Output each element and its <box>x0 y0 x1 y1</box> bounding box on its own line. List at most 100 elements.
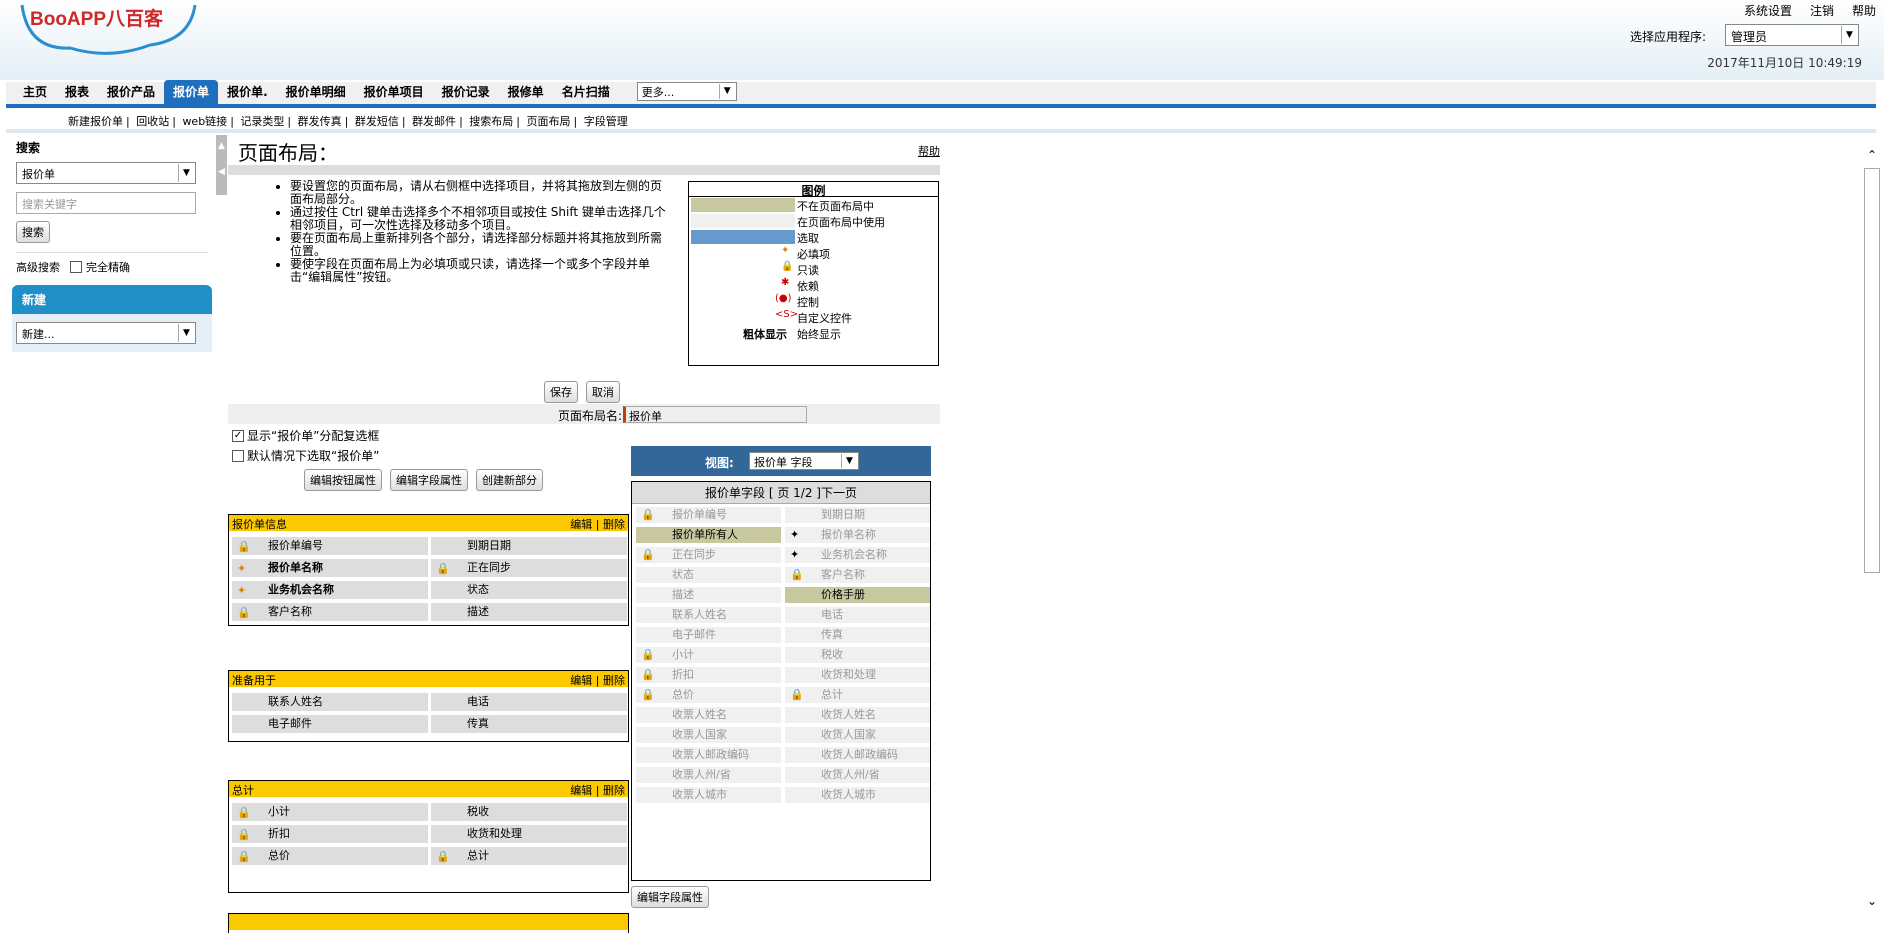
app-select[interactable]: 管理员 ▼ <box>1725 24 1859 46</box>
help-link[interactable]: 帮助 <box>918 143 940 159</box>
scrollbar[interactable]: ⌃ ⌄ <box>1864 148 1880 908</box>
tab-reports[interactable]: 报表 <box>56 80 98 104</box>
palette-edit-field-button[interactable]: 编辑字段属性 <box>631 886 709 908</box>
default-select-checkbox[interactable] <box>232 449 244 462</box>
section-header[interactable] <box>229 914 628 930</box>
palette-field[interactable]: 🔒 报价单编号 <box>636 507 781 523</box>
layout-field[interactable]: 传真 <box>431 715 627 733</box>
tab-quote-products[interactable]: 报价产品 <box>98 80 164 104</box>
section-actions[interactable]: 编辑 | 删除 <box>570 516 625 532</box>
palette-field[interactable]: 税收 <box>785 647 930 663</box>
section-actions[interactable]: 编辑 | 删除 <box>570 782 625 798</box>
palette-field[interactable]: 🔒 总计 <box>785 687 930 703</box>
subnav-web-link[interactable]: web链接 <box>182 115 227 128</box>
palette-field[interactable]: 到期日期 <box>785 507 930 523</box>
palette-field[interactable]: 收货人城市 <box>785 787 930 803</box>
layout-field[interactable]: 🔒 小计 <box>232 803 428 821</box>
sidebar-collapse-handle[interactable]: ▲ ◀ <box>216 135 227 195</box>
subnav-mass-email[interactable]: 群发邮件 <box>412 115 456 128</box>
subnav-new-quote[interactable]: 新建报价单 <box>68 115 123 128</box>
layout-field[interactable]: ✦ 报价单名称 <box>232 559 428 577</box>
tab-quotes[interactable]: 报价单 <box>164 80 219 104</box>
chevron-up-icon[interactable]: ⌃ <box>1864 148 1880 162</box>
palette-field[interactable]: 收票人州/省 <box>636 767 781 783</box>
save-button[interactable]: 保存 <box>544 381 578 403</box>
more-tabs-select[interactable]: 更多... ▼ <box>636 82 737 101</box>
tab-quote-details[interactable]: 报价单明细 <box>277 80 355 104</box>
layout-field[interactable]: 🔒 正在同步 <box>431 559 627 577</box>
help-link[interactable]: 帮助 <box>1852 2 1876 19</box>
palette-field[interactable]: 🔒 小计 <box>636 647 781 663</box>
layout-field[interactable]: 税收 <box>431 803 627 821</box>
logout-link[interactable]: 注销 <box>1810 2 1834 19</box>
layout-field[interactable]: 联系人姓名 <box>232 693 428 711</box>
palette-field[interactable]: 🔒 正在同步 <box>636 547 781 563</box>
tab-quote-records[interactable]: 报价记录 <box>433 80 499 104</box>
layout-field[interactable]: 🔒 客户名称 <box>232 603 428 621</box>
palette-field[interactable]: 收货和处理 <box>785 667 930 683</box>
search-object-select[interactable]: 报价单 ▼ <box>16 162 196 184</box>
layout-field[interactable]: 电话 <box>431 693 627 711</box>
tab-card-scan[interactable]: 名片扫描 <box>553 80 619 104</box>
palette-field[interactable]: 收票人姓名 <box>636 707 781 723</box>
layout-section[interactable]: 报价单信息 编辑 | 删除 🔒 报价单编号 到期日期 ✦ 报价单名称 🔒 正在同步 ✦ 业务机会… <box>228 514 629 626</box>
subnav-recycle[interactable]: 回收站 <box>136 115 169 128</box>
new-record-select[interactable]: 新建... ▼ <box>16 322 196 344</box>
layout-name-input[interactable]: 报价单 <box>623 406 807 423</box>
section-header[interactable]: 准备用于 编辑 | 删除 <box>229 671 628 687</box>
layout-field[interactable]: 电子邮件 <box>232 715 428 733</box>
section-header[interactable]: 总计 编辑 | 删除 <box>229 781 628 797</box>
palette-field[interactable]: 🔒 折扣 <box>636 667 781 683</box>
palette-field[interactable]: 收货人邮政编码 <box>785 747 930 763</box>
layout-field[interactable]: 🔒 折扣 <box>232 825 428 843</box>
palette-field[interactable]: ✦ 报价单名称 <box>785 527 930 543</box>
exact-match-checkbox[interactable] <box>70 261 82 273</box>
edit-button-props-button[interactable]: 编辑按钮属性 <box>304 469 382 491</box>
cancel-button[interactable]: 取消 <box>585 381 620 403</box>
layout-section[interactable]: 准备用于 编辑 | 删除 联系人姓名 电话 电子邮件 传真 <box>228 670 629 742</box>
palette-field[interactable]: 🔒 总价 <box>636 687 781 703</box>
layout-field[interactable]: 🔒 总计 <box>431 847 627 865</box>
search-input[interactable]: 搜索关键字 <box>16 192 196 214</box>
section-actions[interactable]: 编辑 | 删除 <box>570 672 625 688</box>
subnav-page-layout[interactable]: 页面布局 <box>527 115 571 128</box>
palette-field[interactable]: 联系人姓名 <box>636 607 781 623</box>
advanced-search-link[interactable]: 高级搜索 <box>16 259 60 275</box>
palette-field[interactable]: 报价单所有人 <box>636 527 781 543</box>
layout-field[interactable]: 描述 <box>431 603 627 621</box>
layout-field[interactable]: 到期日期 <box>431 537 627 555</box>
layout-field[interactable]: ✦ 业务机会名称 <box>232 581 428 599</box>
tab-home[interactable]: 主页 <box>14 80 56 104</box>
scroll-thumb[interactable] <box>1864 168 1880 573</box>
subnav-record-type[interactable]: 记录类型 <box>240 115 284 128</box>
tab-quote-items[interactable]: 报价单项目 <box>355 80 433 104</box>
layout-field[interactable]: 收货和处理 <box>431 825 627 843</box>
palette-field[interactable]: 收票人国家 <box>636 727 781 743</box>
palette-field[interactable]: 价格手册 <box>785 587 930 603</box>
subnav-search-layout[interactable]: 搜索布局 <box>469 115 513 128</box>
chevron-down-icon[interactable]: ⌄ <box>1864 894 1880 908</box>
subnav-mass-sms[interactable]: 群发短信 <box>355 115 399 128</box>
create-section-button[interactable]: 创建新部分 <box>476 469 543 491</box>
palette-field[interactable]: 电话 <box>785 607 930 623</box>
view-select[interactable]: 报价单 字段 ▼ <box>749 452 859 470</box>
palette-field[interactable]: 收票人城市 <box>636 787 781 803</box>
layout-section[interactable]: 总计 编辑 | 删除 🔒 小计 税收 🔒 折扣 收货和处理 🔒 总价 🔒 总计 <box>228 780 629 893</box>
subnav-mass-fax[interactable]: 群发传真 <box>298 115 342 128</box>
palette-field[interactable]: 收货人国家 <box>785 727 930 743</box>
section-header[interactable]: 报价单信息 编辑 | 删除 <box>229 515 628 531</box>
assign-checkbox[interactable]: ✓ <box>232 429 244 442</box>
palette-field[interactable]: 电子邮件 <box>636 627 781 643</box>
search-button[interactable]: 搜索 <box>16 221 50 243</box>
tab-repair-orders[interactable]: 报修单 <box>499 80 553 104</box>
palette-field[interactable]: ✦ 业务机会名称 <box>785 547 930 563</box>
settings-link[interactable]: 系统设置 <box>1744 2 1792 19</box>
palette-field[interactable]: 传真 <box>785 627 930 643</box>
tab-quotes-dot[interactable]: 报价单. <box>218 80 277 104</box>
layout-field[interactable]: 🔒 总价 <box>232 847 428 865</box>
palette-field[interactable]: 状态 <box>636 567 781 583</box>
palette-field[interactable]: 收票人邮政编码 <box>636 747 781 763</box>
palette-field[interactable]: 描述 <box>636 587 781 603</box>
layout-field[interactable]: 状态 <box>431 581 627 599</box>
palette-field[interactable]: 🔒 客户名称 <box>785 567 930 583</box>
